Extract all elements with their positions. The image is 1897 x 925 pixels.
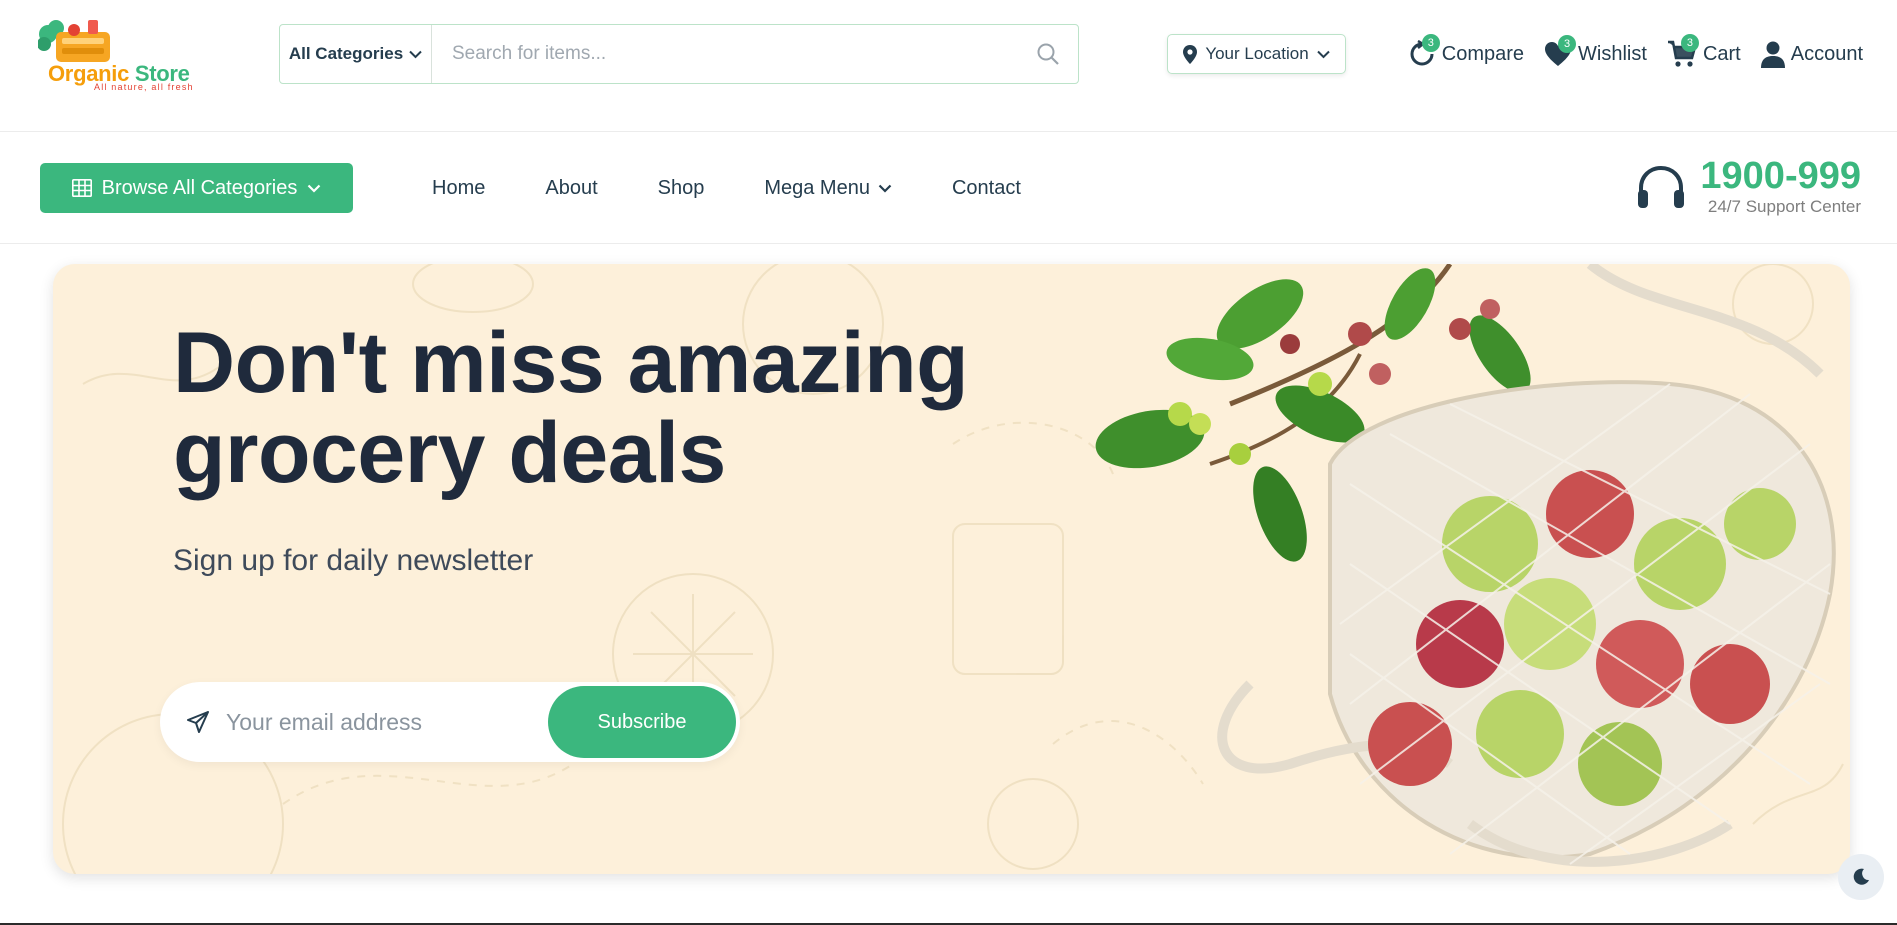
category-select[interactable]: All Categories: [280, 25, 432, 83]
header-actions: 3 Compare 3 Wishlist 3 Cart Account: [1408, 34, 1863, 74]
nav-item-label: Mega Menu: [764, 176, 870, 199]
search-button[interactable]: [1018, 25, 1078, 83]
cart-label: Cart: [1702, 42, 1741, 65]
support-phone: 1900-999: [1700, 155, 1861, 197]
nav-item-home[interactable]: Home: [432, 177, 485, 200]
headphones-icon: [1638, 165, 1685, 208]
hero-title-line: grocery deals: [173, 405, 726, 501]
chevron-down-icon: [308, 184, 321, 193]
nav-item-shop[interactable]: Shop: [658, 177, 705, 200]
location-label: Your Location: [1205, 44, 1309, 63]
moon-icon: [1853, 868, 1869, 885]
nav-item-label: Shop: [657, 176, 705, 199]
store-logo[interactable]: Organic Store All nature, all fresh: [38, 18, 193, 94]
location-select[interactable]: Your Location: [1167, 34, 1346, 74]
chevron-down-icon: [409, 50, 422, 58]
wishlist-link[interactable]: 3 Wishlist: [1544, 35, 1647, 67]
hero-title-line: Don't miss amazing: [173, 315, 969, 411]
nav-item-mega-menu[interactable]: Mega Menu: [764, 177, 892, 200]
hero-title: Don't miss amazing grocery deals: [173, 318, 1073, 498]
search-bar: All Categories: [279, 24, 1079, 84]
basket-logo-icon: [38, 20, 110, 62]
chevron-down-icon: [1316, 50, 1330, 58]
nav-links: Home About Shop Mega Menu Contact: [432, 163, 1021, 213]
hero-subtitle: Sign up for daily newsletter: [173, 544, 534, 577]
nav-item-label: About: [545, 176, 598, 199]
logo-tagline: All nature, all fresh: [94, 82, 194, 92]
support-subtitle: 24/7 Support Center: [1707, 197, 1861, 216]
account-link[interactable]: Account: [1760, 40, 1863, 68]
cart-count-badge: 3: [1680, 34, 1699, 52]
compare-label: Compare: [1441, 42, 1525, 65]
wishlist-label: Wishlist: [1578, 42, 1647, 65]
search-input[interactable]: [432, 25, 1018, 83]
mesh-bag: [1217, 264, 1836, 867]
compare-link[interactable]: 3 Compare: [1408, 34, 1525, 68]
map-pin-icon: [1183, 44, 1198, 64]
nav-item-contact[interactable]: Contact: [952, 177, 1021, 200]
browse-categories-button[interactable]: Browse All Categories: [40, 163, 353, 213]
top-header: Organic Store All nature, all fresh All …: [0, 0, 1897, 132]
paper-plane-icon: [160, 711, 226, 733]
hero-banner: Don't miss amazing grocery deals Sign up…: [53, 264, 1850, 874]
cart-link[interactable]: 3 Cart: [1667, 34, 1741, 68]
subscribe-button[interactable]: Subscribe: [548, 686, 736, 758]
browse-categories-label: Browse All Categories: [101, 176, 298, 199]
search-icon: [1037, 43, 1059, 65]
newsletter-form: Subscribe: [160, 682, 740, 762]
main-nav: Browse All Categories Home About Shop Me…: [0, 132, 1897, 244]
wishlist-count-badge: 3: [1558, 35, 1577, 53]
nav-item-about[interactable]: About: [545, 177, 597, 200]
theme-toggle-button[interactable]: [1838, 854, 1884, 900]
chevron-down-icon: [878, 184, 892, 193]
user-icon: [1760, 41, 1785, 68]
compare-count-badge: 3: [1421, 34, 1440, 52]
support-text: 1900-999 24/7 Support Center: [1700, 156, 1861, 218]
account-label: Account: [1790, 42, 1863, 65]
nav-item-label: Contact: [951, 176, 1021, 199]
support-contact[interactable]: 1900-999 24/7 Support Center: [1636, 152, 1861, 222]
apples-mesh-bag-image: [1095, 264, 1836, 867]
grid-icon: [71, 179, 92, 197]
email-input[interactable]: [226, 682, 548, 762]
nav-item-label: Home: [432, 176, 486, 199]
category-select-label: All Categories: [288, 44, 404, 63]
